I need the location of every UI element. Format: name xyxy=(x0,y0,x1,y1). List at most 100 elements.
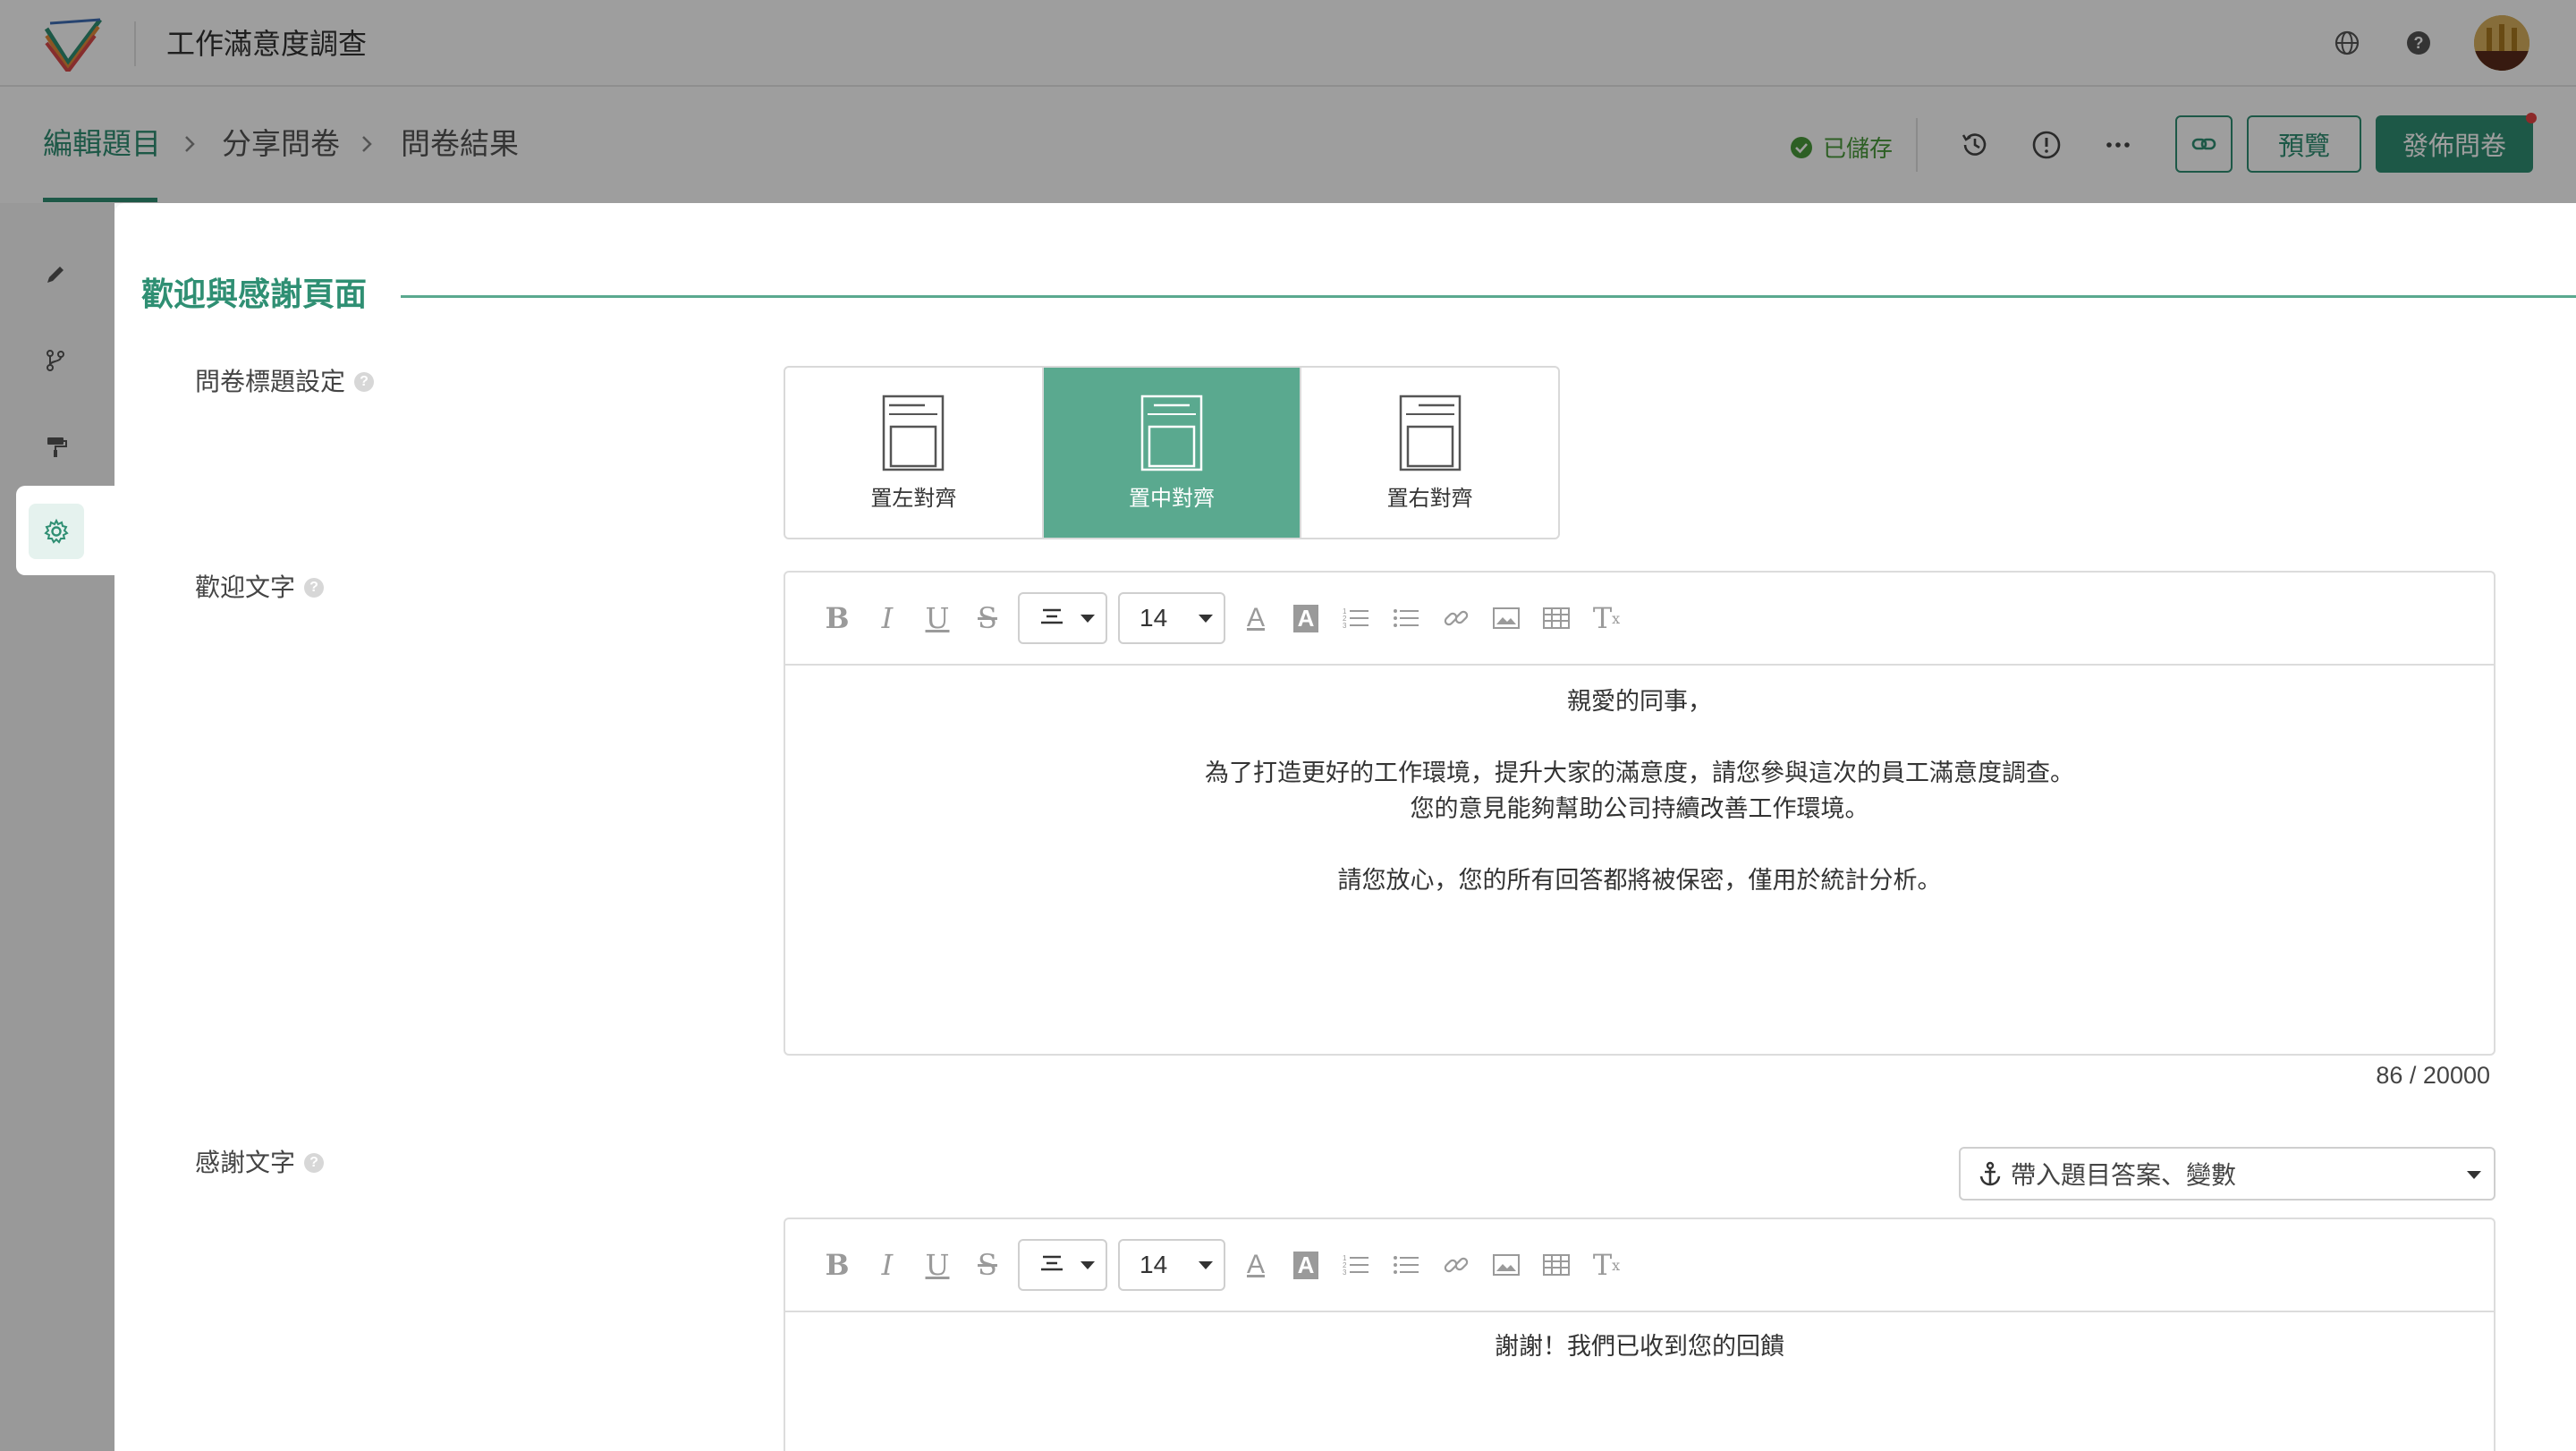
history-icon[interactable] xyxy=(1957,127,1993,163)
layout-center-icon xyxy=(1140,395,1203,471)
link-icon[interactable] xyxy=(1431,1240,1481,1290)
font-size-select[interactable]: 14 xyxy=(1118,1239,1225,1291)
bold-icon[interactable]: B xyxy=(812,593,862,643)
align-left-option[interactable]: 置左對齊 xyxy=(785,368,1044,538)
italic-icon[interactable]: I xyxy=(862,593,912,643)
highlight-color-icon[interactable]: A xyxy=(1281,593,1331,643)
font-size-value: 14 xyxy=(1140,604,1168,632)
welcome-line: 請您放心，您的所有回答都將被保密，僅用於統計分析。 xyxy=(1337,867,1942,894)
info-alert-icon[interactable] xyxy=(2029,127,2064,163)
saved-status: 已儲存 xyxy=(1789,131,1893,164)
thanks-editor-content[interactable]: 謝謝！我們已收到您的回饋 xyxy=(785,1312,2494,1364)
help-tooltip-icon[interactable]: ? xyxy=(354,372,375,392)
svg-text:3: 3 xyxy=(1343,622,1347,630)
italic-icon[interactable]: I xyxy=(862,1240,912,1290)
chevron-down-icon xyxy=(1199,614,1213,623)
clear-format-icon[interactable]: Tx xyxy=(1581,593,1631,643)
clear-format-icon[interactable]: Tx xyxy=(1581,1240,1631,1290)
anchor-icon xyxy=(1979,1161,2001,1186)
rail-paint-roller-icon[interactable] xyxy=(23,414,88,479)
app-logo-icon[interactable] xyxy=(43,16,104,72)
chevron-right-icon xyxy=(185,136,195,152)
welcome-editor: B I U S 14 A A 123 T x 親愛的同事， 為了打造更好的工作環… xyxy=(784,571,2496,1056)
ordered-list-icon[interactable]: 123 xyxy=(1331,593,1381,643)
help-tooltip-icon[interactable]: ? xyxy=(304,578,325,598)
step-header: 編輯題目 分享問卷 問卷結果 已儲存 預覽 發佈問卷 xyxy=(0,87,2576,203)
step-survey-results[interactable]: 問卷結果 xyxy=(401,126,519,162)
help-tooltip-icon[interactable]: ? xyxy=(304,1153,325,1173)
title-setting-text: 問卷標題設定 xyxy=(195,368,346,395)
welcome-line xyxy=(785,719,2494,755)
top-bar: 工作滿意度調查 ? xyxy=(0,0,2576,87)
welcome-line: 親愛的同事， xyxy=(1567,688,1712,715)
align-right-label: 置右對齊 xyxy=(1386,486,1473,511)
check-circle-icon xyxy=(1791,136,1812,158)
step-edit-questions[interactable]: 編輯題目 xyxy=(43,126,161,162)
welcome-editor-content[interactable]: 親愛的同事， 為了打造更好的工作環境，提升大家的滿意度，請您參與這次的員工滿意度… xyxy=(785,666,2494,898)
saved-label: 已儲存 xyxy=(1823,135,1894,162)
avatar[interactable] xyxy=(2474,15,2529,71)
bold-icon[interactable]: B xyxy=(812,1240,862,1290)
rail-settings-icon[interactable] xyxy=(29,504,84,559)
align-center-icon xyxy=(1041,1255,1063,1271)
app-title: 工作滿意度調查 xyxy=(166,28,368,60)
preview-button[interactable]: 預覽 xyxy=(2247,115,2361,173)
logo-divider xyxy=(134,21,136,66)
align-right-option[interactable]: 置右對齊 xyxy=(1301,368,1558,538)
layout-left-icon xyxy=(883,395,945,471)
section-title: 歡迎與感謝頁面 xyxy=(141,276,368,312)
welcome-line: 您的意見能夠幫助公司持續改善工作環境。 xyxy=(1410,795,1869,822)
underline-icon[interactable]: U xyxy=(912,1240,962,1290)
svg-text:?: ? xyxy=(2414,34,2424,52)
copy-link-button[interactable] xyxy=(2175,115,2233,173)
title-alignment-group: 置左對齊 置中對齊 置右對齊 xyxy=(784,366,1560,539)
globe-icon[interactable] xyxy=(2329,25,2365,61)
rail-edit-icon[interactable] xyxy=(23,242,88,307)
left-rail xyxy=(0,203,114,1451)
publish-button[interactable]: 發佈問卷 xyxy=(2376,115,2533,173)
thanks-editor: B I U S 14 A A 123 T x 謝謝！我們已收到您的回饋 xyxy=(784,1218,2496,1451)
text-align-select[interactable] xyxy=(1018,592,1107,644)
text-color-icon[interactable]: A xyxy=(1231,1240,1281,1290)
chevron-down-icon xyxy=(1080,1260,1095,1269)
active-step-underline xyxy=(43,198,157,202)
ordered-list-icon[interactable]: 123 xyxy=(1331,1240,1381,1290)
chevron-down-icon xyxy=(1199,1260,1213,1269)
thanks-text-label: 感謝文字 ? xyxy=(195,1148,325,1178)
layout-right-icon xyxy=(1399,395,1461,471)
bullet-list-icon[interactable] xyxy=(1381,593,1431,643)
font-size-value: 14 xyxy=(1140,1251,1168,1278)
chevron-right-icon xyxy=(362,136,372,152)
rail-branch-icon[interactable] xyxy=(23,328,88,393)
strikethrough-icon[interactable]: S xyxy=(962,593,1013,643)
image-icon[interactable] xyxy=(1481,593,1531,643)
more-options-icon[interactable] xyxy=(2100,127,2136,163)
insert-variable-label: 帶入題目答案、變數 xyxy=(2011,1161,2237,1189)
align-center-label: 置中對齊 xyxy=(1129,486,1215,511)
strikethrough-icon[interactable]: S xyxy=(962,1240,1013,1290)
image-icon[interactable] xyxy=(1481,1240,1531,1290)
insert-variable-select[interactable]: 帶入題目答案、變數 xyxy=(1959,1147,2496,1201)
thanks-line: 謝謝！我們已收到您的回饋 xyxy=(1495,1333,1784,1360)
notification-dot xyxy=(2526,113,2537,123)
text-align-select[interactable] xyxy=(1018,1239,1107,1291)
chevron-down-icon xyxy=(2467,1171,2481,1179)
align-center-icon xyxy=(1041,608,1063,624)
highlight-color-icon[interactable]: A xyxy=(1281,1240,1331,1290)
align-center-option[interactable]: 置中對齊 xyxy=(1043,368,1302,538)
welcome-text-label: 歡迎文字 ? xyxy=(195,573,325,603)
step-share-survey[interactable]: 分享問卷 xyxy=(222,126,340,162)
bullet-list-icon[interactable] xyxy=(1381,1240,1431,1290)
font-size-select[interactable]: 14 xyxy=(1118,592,1225,644)
welcome-line xyxy=(785,827,2494,862)
underline-icon[interactable]: U xyxy=(912,593,962,643)
app-root: 工作滿意度調查 ? 編輯題目 分享問卷 問卷結果 已儲存 預覽 發佈問卷 歡迎與… xyxy=(0,0,2576,1451)
table-icon[interactable] xyxy=(1531,593,1581,643)
link-icon[interactable] xyxy=(1431,593,1481,643)
welcome-editor-toolbar: B I U S 14 A A 123 T x xyxy=(785,573,2494,666)
table-icon[interactable] xyxy=(1531,1240,1581,1290)
help-icon[interactable]: ? xyxy=(2401,25,2436,61)
text-color-icon[interactable]: A xyxy=(1231,593,1281,643)
section-divider xyxy=(401,295,2576,298)
chevron-down-icon xyxy=(1080,614,1095,623)
